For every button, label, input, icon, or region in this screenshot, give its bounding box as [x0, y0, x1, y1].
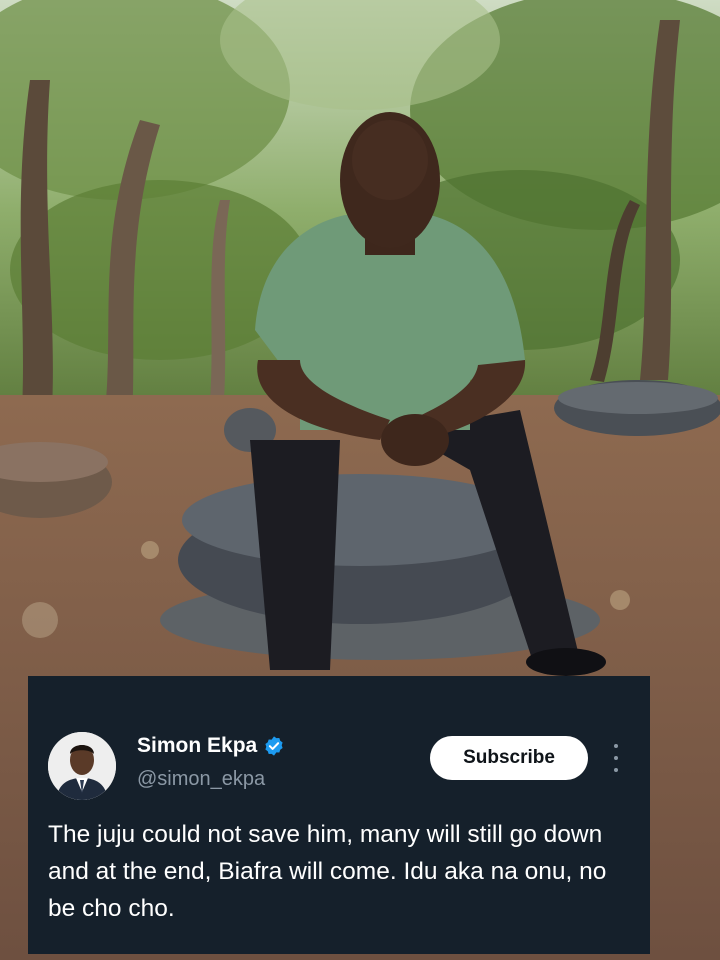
more-vertical-icon[interactable]	[606, 744, 626, 772]
avatar-portrait-icon	[48, 732, 116, 800]
user-handle[interactable]: @simon_ekpa	[137, 768, 265, 791]
verified-badge-icon	[265, 736, 283, 756]
tweet-card: Simon Ekpa @simon_ekpa Subscribe The juj…	[28, 676, 650, 954]
user-display-name[interactable]: Simon Ekpa	[137, 734, 285, 758]
subscribe-button[interactable]: Subscribe	[430, 736, 588, 780]
display-name-text[interactable]: Simon Ekpa	[137, 734, 257, 758]
avatar[interactable]	[48, 732, 116, 800]
tweet-text: The juju could not save him, many will s…	[48, 821, 607, 922]
